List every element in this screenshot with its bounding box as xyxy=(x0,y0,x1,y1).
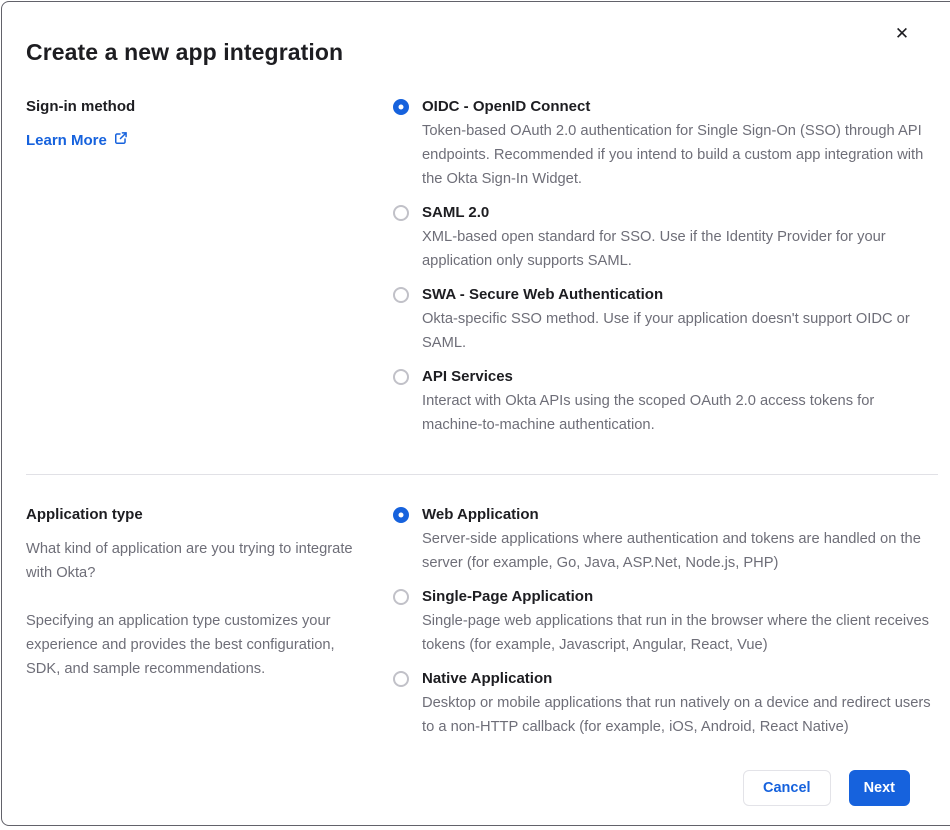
option-oidc[interactable]: OIDC - OpenID Connect Token-based OAuth … xyxy=(393,95,938,191)
option-label: SAML 2.0 xyxy=(422,204,490,221)
option-single-page-application[interactable]: Single-Page Application Single-page web … xyxy=(393,585,938,657)
option-description: Server-side applications where authentic… xyxy=(422,531,921,571)
option-label: SWA - Secure Web Authentication xyxy=(422,286,664,303)
radio-unselected-icon[interactable] xyxy=(393,369,409,385)
option-description: Okta-specific SSO method. Use if your ap… xyxy=(422,311,910,351)
dialog-title: Create a new app integration xyxy=(26,39,344,65)
option-label: Single-Page Application xyxy=(422,588,594,605)
create-app-integration-dialog: ✕ Create a new app integration Sign-in m… xyxy=(1,1,950,826)
signin-method-section: Sign-in method Learn More OIDC - OpenID … xyxy=(26,95,938,437)
next-button[interactable]: Next xyxy=(848,770,910,806)
option-label: Native Application xyxy=(422,670,553,687)
section-divider xyxy=(26,474,938,475)
option-description: Token-based OAuth 2.0 authentication for… xyxy=(422,123,924,187)
signin-method-label: Sign-in method xyxy=(26,98,136,115)
external-link-icon xyxy=(114,129,128,153)
learn-more-link[interactable]: Learn More xyxy=(26,129,128,153)
application-type-helper-1: What kind of application are you trying … xyxy=(26,541,353,581)
option-label: Web Application xyxy=(422,506,539,523)
application-type-section: Application type What kind of applicatio… xyxy=(26,503,938,739)
radio-selected-icon[interactable] xyxy=(393,99,409,115)
radio-unselected-icon[interactable] xyxy=(393,589,409,605)
option-description: XML-based open standard for SSO. Use if … xyxy=(422,229,886,269)
radio-unselected-icon[interactable] xyxy=(393,205,409,221)
application-type-helper-2: Specifying an application type customize… xyxy=(26,613,335,677)
option-swa[interactable]: SWA - Secure Web Authentication Okta-spe… xyxy=(393,283,938,355)
option-description: Desktop or mobile applications that run … xyxy=(422,695,931,735)
option-description: Single-page web applications that run in… xyxy=(422,613,930,653)
option-web-application[interactable]: Web Application Server-side applications… xyxy=(393,503,938,575)
radio-unselected-icon[interactable] xyxy=(393,287,409,303)
learn-more-label: Learn More xyxy=(26,132,107,149)
radio-unselected-icon[interactable] xyxy=(393,671,409,687)
option-api-services[interactable]: API Services Interact with Okta APIs usi… xyxy=(393,365,938,437)
radio-selected-icon[interactable] xyxy=(393,507,409,523)
option-label: API Services xyxy=(422,368,513,385)
dialog-footer: Cancel Next xyxy=(743,770,910,806)
application-type-options: Web Application Server-side applications… xyxy=(393,503,938,739)
signin-method-options: OIDC - OpenID Connect Token-based OAuth … xyxy=(393,95,938,437)
option-saml[interactable]: SAML 2.0 XML-based open standard for SSO… xyxy=(393,201,938,273)
close-icon[interactable]: ✕ xyxy=(890,22,914,46)
option-description: Interact with Okta APIs using the scoped… xyxy=(422,393,875,433)
cancel-button[interactable]: Cancel xyxy=(743,770,831,806)
application-type-label: Application type xyxy=(26,506,143,523)
option-label: OIDC - OpenID Connect xyxy=(422,98,591,115)
option-native-application[interactable]: Native Application Desktop or mobile app… xyxy=(393,667,938,739)
